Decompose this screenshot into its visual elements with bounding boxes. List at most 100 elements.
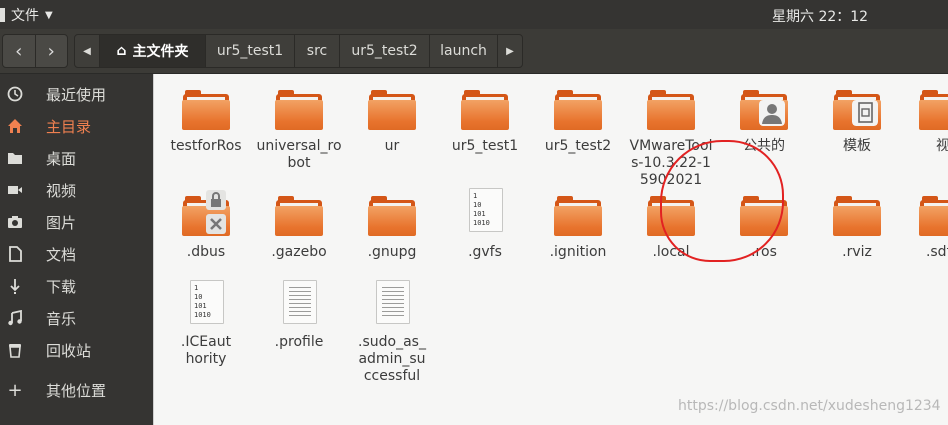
- file-name: ur5_test1: [451, 138, 519, 154]
- lock-emblem-icon: [206, 190, 226, 210]
- file-item[interactable]: 1 10 101 1010 .gvfs: [441, 188, 529, 261]
- sidebar-item-documents[interactable]: 文档: [0, 240, 153, 268]
- file-item[interactable]: ur5_test2: [534, 88, 622, 155]
- file-name: .profile: [274, 334, 324, 350]
- files-app-icon: [0, 8, 5, 22]
- file-item[interactable]: .gazebo: [255, 194, 343, 261]
- sidebar-item-label: 视频: [46, 181, 77, 200]
- file-name: 模板: [843, 138, 871, 154]
- file-name: .ICEauthority: [180, 334, 232, 367]
- breadcrumb-scroll-right[interactable]: ▶: [497, 35, 522, 67]
- chevron-right-icon: ›: [47, 40, 55, 62]
- breadcrumb-home[interactable]: ⌂ 主文件夹: [99, 35, 205, 67]
- sidebar-item-desktop[interactable]: 桌面: [0, 144, 153, 172]
- sidebar-item-downloads[interactable]: 下载: [0, 272, 153, 300]
- sidebar-item-pictures[interactable]: 图片: [0, 208, 153, 236]
- file-item[interactable]: .profile: [255, 280, 343, 351]
- sidebar-item-label: 下载: [46, 277, 77, 296]
- folder-icon: [833, 194, 881, 242]
- app-menu-label: 文件: [11, 8, 39, 24]
- clock-icon: [6, 85, 24, 103]
- folder-icon: [647, 88, 695, 136]
- app-menu[interactable]: 文件 ▼: [0, 5, 53, 25]
- breadcrumb-label: ur5_test1: [216, 43, 284, 59]
- file-item[interactable]: 模板: [813, 88, 901, 155]
- toolbar: ‹ › ◀ ⌂ 主文件夹 ur5_test1 src ur5_test2 lau…: [0, 29, 948, 74]
- file-grid[interactable]: testforRos universal_robot ur ur5_test1 …: [153, 74, 948, 425]
- home-icon: [6, 117, 24, 135]
- red-circle-annotation: [660, 140, 784, 262]
- breadcrumb-label: src: [306, 43, 328, 59]
- folder-icon: [554, 88, 602, 136]
- unreadable-emblem-icon: [206, 214, 226, 234]
- sidebar-item-recent[interactable]: 最近使用: [0, 80, 153, 108]
- breadcrumb-label: ur5_test2: [351, 43, 418, 59]
- breadcrumb-scroll-left[interactable]: ◀: [75, 35, 99, 67]
- breadcrumb-ur5-test1[interactable]: ur5_test1: [205, 35, 294, 67]
- sidebar-item-label: 音乐: [46, 309, 77, 328]
- sidebar-item-label: 最近使用: [46, 85, 107, 104]
- file-item[interactable]: .gnupg: [348, 194, 436, 261]
- forward-button[interactable]: ›: [34, 35, 68, 67]
- breadcrumb-label: 主文件夹: [132, 44, 189, 60]
- caret-right-icon: ▶: [506, 45, 514, 57]
- sidebar-item-label: 文档: [46, 245, 77, 264]
- public-folder-icon: [740, 88, 788, 136]
- sidebar-item-label: 图片: [46, 213, 77, 232]
- breadcrumb-launch[interactable]: launch: [429, 35, 497, 67]
- file-item[interactable]: .rviz: [813, 194, 901, 261]
- binary-icon-text: 1 10 101 1010: [473, 192, 490, 227]
- folder-icon: [6, 149, 24, 167]
- file-item[interactable]: 1 10 101 1010 .ICEauthority: [162, 280, 250, 368]
- file-name: .gazebo: [271, 244, 327, 260]
- file-item[interactable]: universal_robot: [255, 88, 343, 172]
- sidebar-item-trash[interactable]: 回收站: [0, 336, 153, 364]
- file-item[interactable]: .dbus: [162, 190, 250, 261]
- breadcrumb-src[interactable]: src: [294, 35, 339, 67]
- file-item[interactable]: ur: [348, 88, 436, 155]
- file-item[interactable]: 视: [899, 88, 948, 155]
- file-item[interactable]: .sudo_as_admin_successful: [348, 280, 436, 385]
- template-emblem-icon: [852, 100, 878, 126]
- file-item[interactable]: testforRos: [162, 88, 250, 155]
- file-name: testforRos: [170, 138, 242, 154]
- file-item[interactable]: ur5_test1: [441, 88, 529, 155]
- plus-icon: +: [7, 379, 23, 401]
- sidebar-item-label: 桌面: [46, 149, 77, 168]
- folder-icon: [919, 194, 948, 242]
- camera-icon: [6, 213, 24, 231]
- sidebar-item-other-locations[interactable]: + 其他位置: [0, 376, 153, 404]
- watermark: https://blog.csdn.net/xudesheng1234: [678, 398, 941, 414]
- clock[interactable]: 星期六 22：12: [772, 6, 868, 26]
- file-item[interactable]: .ignition: [534, 194, 622, 261]
- sidebar-item-label: 其他位置: [46, 381, 107, 400]
- folder-icon: [275, 194, 323, 242]
- sidebar-item-home[interactable]: 主目录: [0, 112, 153, 140]
- file-name: 视: [936, 138, 948, 154]
- text-file-icon: [275, 280, 323, 330]
- caret-left-icon: ◀: [83, 45, 91, 57]
- folder-icon: [368, 88, 416, 136]
- file-item[interactable]: .sdfo: [899, 194, 948, 261]
- binary-file-icon: 1 10 101 1010: [461, 188, 509, 238]
- file-name: .dbus: [186, 244, 226, 260]
- person-emblem-icon: [759, 100, 785, 126]
- top-panel: 文件 ▼ 星期六 22：12: [0, 0, 948, 29]
- breadcrumb-ur5-test2[interactable]: ur5_test2: [339, 35, 429, 67]
- breadcrumb: ◀ ⌂ 主文件夹 ur5_test1 src ur5_test2 launch …: [74, 34, 523, 68]
- sidebar-item-label: 主目录: [46, 117, 92, 136]
- folder-icon: [368, 194, 416, 242]
- trash-icon: [6, 341, 24, 359]
- folder-icon: [182, 88, 230, 136]
- back-button[interactable]: ‹: [3, 35, 35, 67]
- sidebar-item-music[interactable]: 音乐: [0, 304, 153, 332]
- file-name: universal_robot: [256, 138, 342, 171]
- file-name: .sudo_as_admin_successful: [358, 334, 426, 384]
- breadcrumb-label: launch: [440, 43, 487, 59]
- folder-icon: [554, 194, 602, 242]
- sidebar-item-videos[interactable]: 视频: [0, 176, 153, 204]
- sidebar: 最近使用 主目录 桌面 视频 图片 文档 下载 音乐 回收站 + 其他位置: [0, 74, 153, 425]
- text-file-icon: [368, 280, 416, 330]
- folder-icon: [275, 88, 323, 136]
- templates-folder-icon: [833, 88, 881, 136]
